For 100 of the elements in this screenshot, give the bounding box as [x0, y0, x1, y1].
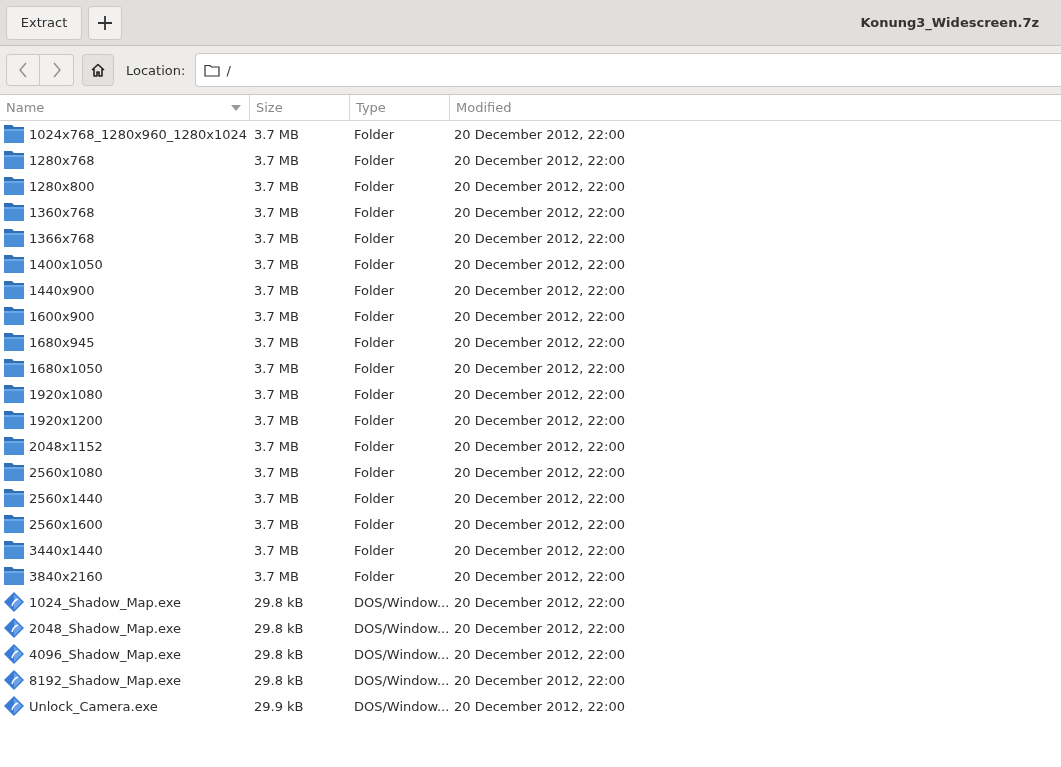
modified-date: 20 December 2012, 22:00 — [454, 204, 626, 220]
executable-icon — [3, 643, 25, 665]
modified-date: 20 December 2012, 22:00 — [454, 438, 626, 454]
file-size: 3.7 MB — [254, 282, 299, 298]
file-type: Folder — [354, 386, 395, 402]
chevron-right-icon — [51, 62, 62, 78]
modified-date: 20 December 2012, 22:00 — [454, 412, 626, 428]
file-type: DOS/Window... — [354, 698, 450, 714]
file-name[interactable]: 1680x945 — [29, 334, 95, 350]
folder-icon — [3, 254, 25, 274]
file-size: 3.7 MB — [254, 490, 299, 506]
file-name[interactable]: 3440x1440 — [29, 542, 103, 558]
file-name[interactable]: 3840x2160 — [29, 568, 103, 584]
file-name[interactable]: 2560x1440 — [29, 490, 103, 506]
file-name[interactable]: 1280x768 — [29, 152, 95, 168]
column-header[interactable]: Name — [0, 95, 250, 120]
file-name[interactable]: 1920x1080 — [29, 386, 103, 402]
location-field[interactable]: / — [195, 53, 1061, 87]
file-size: 29.8 kB — [254, 594, 304, 610]
file-size: 3.7 MB — [254, 568, 299, 584]
file-name[interactable]: 4096_Shadow_Map.exe — [29, 646, 181, 662]
modified-date: 20 December 2012, 22:00 — [454, 464, 626, 480]
home-button[interactable] — [82, 54, 114, 86]
file-size: 3.7 MB — [254, 126, 299, 142]
modified-date: 20 December 2012, 22:00 — [454, 620, 626, 636]
file-name[interactable]: 2560x1080 — [29, 464, 103, 480]
file-name[interactable]: 1360x768 — [29, 204, 95, 220]
file-type: Folder — [354, 542, 395, 558]
modified-date: 20 December 2012, 22:00 — [454, 542, 626, 558]
folder-icon — [3, 306, 25, 326]
file-size: 3.7 MB — [254, 516, 299, 532]
file-name[interactable]: 2048x1152 — [29, 438, 103, 454]
modified-date: 20 December 2012, 22:00 — [454, 516, 626, 532]
file-type: DOS/Window... — [354, 646, 450, 662]
file-name[interactable]: 1280x800 — [29, 178, 95, 194]
file-name[interactable]: 1680x1050 — [29, 360, 103, 376]
folder-icon — [3, 488, 25, 508]
folder-icon — [3, 358, 25, 378]
chevron-left-icon — [18, 62, 28, 78]
executable-icon — [3, 669, 25, 691]
file-type: Folder — [354, 412, 395, 428]
folder-icon — [3, 332, 25, 352]
file-size: 3.7 MB — [254, 230, 299, 246]
folder-icon — [3, 566, 25, 586]
modified-date: 20 December 2012, 22:00 — [454, 594, 626, 610]
file-size: 3.7 MB — [254, 412, 299, 428]
file-size: 29.8 kB — [254, 672, 304, 688]
modified-date: 20 December 2012, 22:00 — [454, 282, 626, 298]
modified-date: 20 December 2012, 22:00 — [454, 308, 626, 324]
folder-icon — [3, 436, 25, 456]
folder-icon — [3, 150, 25, 170]
file-type: DOS/Window... — [354, 672, 450, 688]
folder-icon — [3, 462, 25, 482]
file-name[interactable]: 1600x900 — [29, 308, 95, 324]
file-name[interactable]: 1024x768_1280x960_1280x1024 — [29, 126, 248, 142]
column-header[interactable]: Size — [250, 95, 350, 120]
modified-date: 20 December 2012, 22:00 — [454, 360, 626, 376]
folder-icon — [3, 514, 25, 534]
file-size: 3.7 MB — [254, 464, 299, 480]
file-type: Folder — [354, 308, 395, 324]
file-type: Folder — [354, 360, 395, 376]
window-title: Konung3_Widescreen.7z — [860, 15, 1039, 30]
file-name[interactable]: 2048_Shadow_Map.exe — [29, 620, 181, 636]
modified-date: 20 December 2012, 22:00 — [454, 152, 626, 168]
file-type: Folder — [354, 126, 395, 142]
file-type: DOS/Window... — [354, 620, 450, 636]
file-name[interactable]: 1920x1200 — [29, 412, 103, 428]
modified-date: 20 December 2012, 22:00 — [454, 334, 626, 350]
location-label: Location: — [126, 62, 186, 78]
file-name[interactable]: Unlock_Camera.exe — [29, 698, 158, 714]
file-name[interactable]: 1366x768 — [29, 230, 95, 246]
add-button[interactable] — [88, 5, 122, 40]
file-type: Folder — [354, 438, 395, 454]
modified-date: 20 December 2012, 22:00 — [454, 646, 626, 662]
home-icon — [90, 62, 106, 78]
file-type: Folder — [354, 490, 395, 506]
file-name[interactable]: 8192_Shadow_Map.exe — [29, 672, 181, 688]
file-size: 3.7 MB — [254, 542, 299, 558]
file-type: Folder — [354, 464, 395, 480]
folder-icon — [3, 202, 25, 222]
file-name[interactable]: 1024_Shadow_Map.exe — [29, 594, 181, 610]
file-size: 3.7 MB — [254, 204, 299, 220]
file-size: 3.7 MB — [254, 308, 299, 324]
file-type: Folder — [354, 230, 395, 246]
file-size: 3.7 MB — [254, 360, 299, 376]
executable-icon — [3, 617, 25, 639]
file-type: Folder — [354, 204, 395, 220]
file-name[interactable]: 1400x1050 — [29, 256, 103, 272]
file-size: 3.7 MB — [254, 438, 299, 454]
file-name[interactable]: 1440x900 — [29, 282, 95, 298]
column-header[interactable]: Type — [350, 95, 450, 120]
file-type: Folder — [354, 152, 395, 168]
extract-button[interactable]: Extract — [6, 5, 82, 40]
modified-date: 20 December 2012, 22:00 — [454, 568, 626, 584]
file-type: Folder — [354, 178, 395, 194]
file-name[interactable]: 2560x1600 — [29, 516, 103, 532]
modified-date: 20 December 2012, 22:00 — [454, 230, 626, 246]
modified-date: 20 December 2012, 22:00 — [454, 698, 626, 714]
column-header[interactable]: Modified — [450, 95, 1061, 120]
modified-date: 20 December 2012, 22:00 — [454, 178, 626, 194]
